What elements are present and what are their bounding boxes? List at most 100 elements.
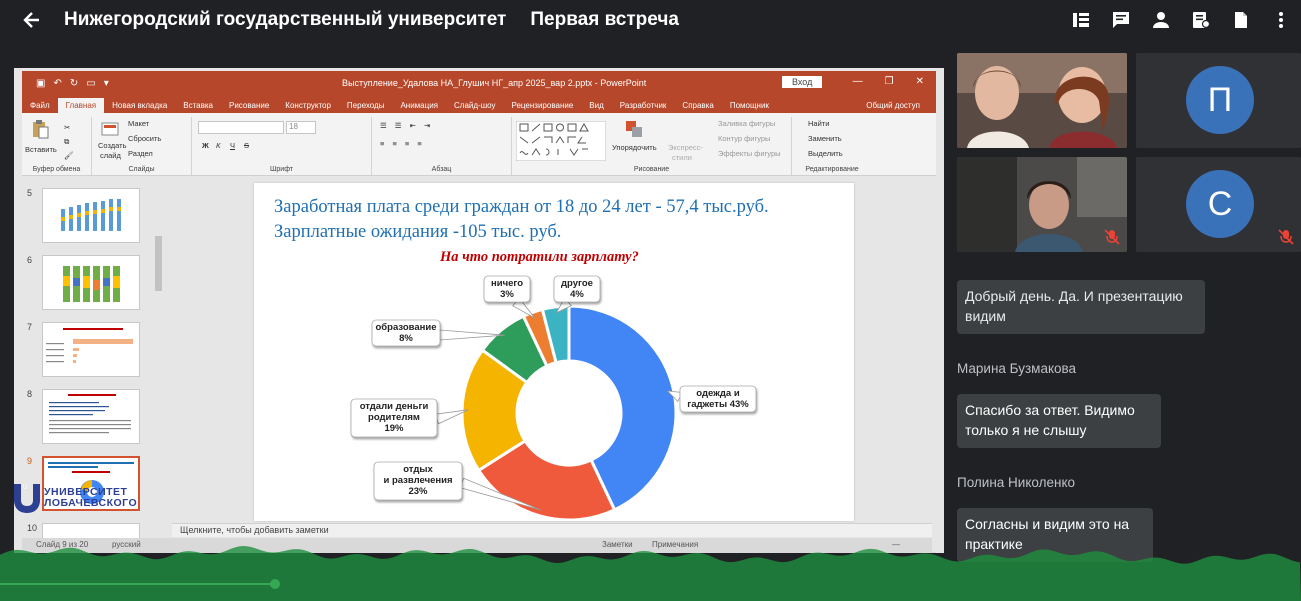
mic-off-icon <box>1104 229 1120 245</box>
tab-new[interactable]: Новая вкладка <box>104 101 175 113</box>
share-button[interactable]: Общий доступ <box>866 101 920 110</box>
tab-assistant[interactable]: Помощник <box>722 101 777 113</box>
participant-video-image <box>957 157 1127 252</box>
participant-tile-2[interactable]: П <box>1136 53 1301 148</box>
avatar-initial: П <box>1207 80 1233 119</box>
tab-review[interactable]: Рецензирование <box>504 101 582 113</box>
select-button[interactable]: Выделить <box>808 149 843 158</box>
list-icons[interactable]: ☰ ☰ ⇤ ⇥ <box>380 121 433 130</box>
paste-icon[interactable] <box>30 119 50 139</box>
data-label-3: образование <box>375 322 436 333</box>
group-label-paragraph: Абзац <box>431 166 452 173</box>
thumbnails-scrollbar[interactable] <box>154 188 164 528</box>
top-actions <box>1069 8 1293 32</box>
quick-styles-label-1[interactable]: Экспресс- <box>668 143 703 152</box>
strike-button[interactable]: S <box>244 141 249 150</box>
participant-tile-4[interactable]: С <box>1136 157 1301 252</box>
chat-icon[interactable] <box>1109 8 1133 32</box>
document-icon[interactable] <box>1229 8 1253 32</box>
reset-button[interactable]: Сбросить <box>128 134 161 143</box>
data-label-1: и развлечения <box>384 475 453 486</box>
new-slide-label-2[interactable]: слайд <box>100 151 121 160</box>
participants-icon[interactable] <box>1149 8 1173 32</box>
cut-icon[interactable]: ✂ <box>64 123 70 132</box>
replace-button[interactable]: Заменить <box>808 134 842 143</box>
undo-icon[interactable]: ↶ <box>53 78 61 89</box>
new-slide-label-1[interactable]: Создать <box>98 141 127 150</box>
participant-video-3[interactable] <box>957 157 1127 252</box>
quick-styles-label-2[interactable]: стили <box>672 153 692 162</box>
donut-chart: одежда игаджеты 43% отдыхи развлечения23%… <box>350 275 757 521</box>
italic-button[interactable]: К <box>216 141 220 150</box>
save-icon[interactable]: ▣ <box>36 78 45 89</box>
format-painter-icon[interactable]: 🖌 <box>64 151 74 160</box>
participant-video-1[interactable] <box>957 53 1127 148</box>
tab-developer[interactable]: Разработчик <box>612 101 675 113</box>
tab-design[interactable]: Конструктор <box>277 101 339 113</box>
arrange-button[interactable]: Упорядочить <box>612 143 657 152</box>
tab-draw[interactable]: Рисование <box>221 101 277 113</box>
tab-file[interactable]: Файл <box>22 101 58 113</box>
align-icons[interactable]: ≡ ≡ ≡ ≡ <box>380 139 425 148</box>
avatar: С <box>1186 170 1254 238</box>
avatar: П <box>1186 66 1254 134</box>
minimize-icon[interactable]: — <box>853 76 863 87</box>
underline-button[interactable]: Ч <box>230 141 235 150</box>
slide-thumbnail-8[interactable] <box>42 389 140 444</box>
logo-letter: U <box>23 485 27 491</box>
close-icon[interactable]: ✕ <box>916 76 924 87</box>
tab-home[interactable]: Главная <box>57 98 105 113</box>
shape-fill-button[interactable]: Заливка фигуры <box>718 119 775 128</box>
login-button[interactable]: Вход <box>782 76 823 88</box>
slide-thumbnail-6[interactable] <box>42 255 140 310</box>
data-label-2: 19% <box>384 423 404 434</box>
thumb-number: 7 <box>27 322 33 332</box>
customize-icon[interactable]: ▾ <box>104 78 109 89</box>
tab-help[interactable]: Справка <box>674 101 721 113</box>
group-label-font: Шрифт <box>269 166 294 173</box>
thumb-number: 5 <box>27 188 33 198</box>
new-slide-icon[interactable] <box>100 119 120 139</box>
tab-animation[interactable]: Анимация <box>392 101 446 113</box>
find-button[interactable]: Найти <box>808 119 829 128</box>
present-icon[interactable]: ▭ <box>86 78 95 89</box>
avatar-initial: С <box>1207 184 1233 223</box>
arrange-icon[interactable] <box>624 119 644 139</box>
copy-icon[interactable]: ⧉ <box>64 137 69 147</box>
ppt-ribbon: Вставить ✂ ⧉ 🖌 Буфер обмена Создать слай… <box>22 113 936 176</box>
back-arrow-icon[interactable] <box>20 8 44 32</box>
layout-icon[interactable] <box>1069 8 1093 32</box>
restore-icon[interactable]: ❐ <box>885 76 894 87</box>
shape-outline-button[interactable]: Контур фигуры <box>718 134 770 143</box>
tab-slideshow[interactable]: Слайд-шоу <box>446 101 503 113</box>
thumb-number: 8 <box>27 389 33 399</box>
tab-insert[interactable]: Вставка <box>175 101 221 113</box>
ppt-workspace: 5 6 7 8 9 10 Заработная плата среди граж… <box>22 176 936 553</box>
ppt-ribbon-tabs: Файл Главная Новая вкладка Вставка Рисов… <box>22 95 936 113</box>
shapes-gallery-icon[interactable] <box>516 121 606 161</box>
progress-handle[interactable] <box>270 579 280 589</box>
chat-sender: Марина Бузмакова <box>957 361 1077 376</box>
section-button[interactable]: Раздел <box>128 149 153 158</box>
more-options-icon[interactable] <box>1269 8 1293 32</box>
slide-canvas[interactable]: Заработная плата среди граждан от 18 до … <box>254 183 854 521</box>
tab-transitions[interactable]: Переходы <box>339 101 393 113</box>
notes-icon[interactable] <box>1189 8 1213 32</box>
slide-scrollbar[interactable] <box>932 180 942 552</box>
slide-thumbnail-5[interactable] <box>42 188 140 243</box>
font-name-input[interactable] <box>198 121 284 134</box>
ppt-filename: Выступление_Удалова НА_Глушич НГ_апр 202… <box>342 78 647 88</box>
paste-button[interactable]: Вставить <box>25 145 57 154</box>
thumb-number-active: 9 <box>27 456 33 466</box>
redo-icon[interactable]: ↻ <box>70 78 78 89</box>
group-label-editing: Редактирование <box>805 166 859 173</box>
font-size-input[interactable]: 18 <box>286 121 316 134</box>
shape-effects-button[interactable]: Эффекты фигуры <box>718 149 781 158</box>
slide-thumbnail-7[interactable] <box>42 322 140 377</box>
data-label-5: 4% <box>570 289 584 300</box>
tab-view[interactable]: Вид <box>581 101 611 113</box>
data-label-2: родителям <box>368 412 420 423</box>
layout-button[interactable]: Макет <box>128 119 149 128</box>
thumb-number: 6 <box>27 255 33 265</box>
bold-button[interactable]: Ж <box>202 141 209 150</box>
